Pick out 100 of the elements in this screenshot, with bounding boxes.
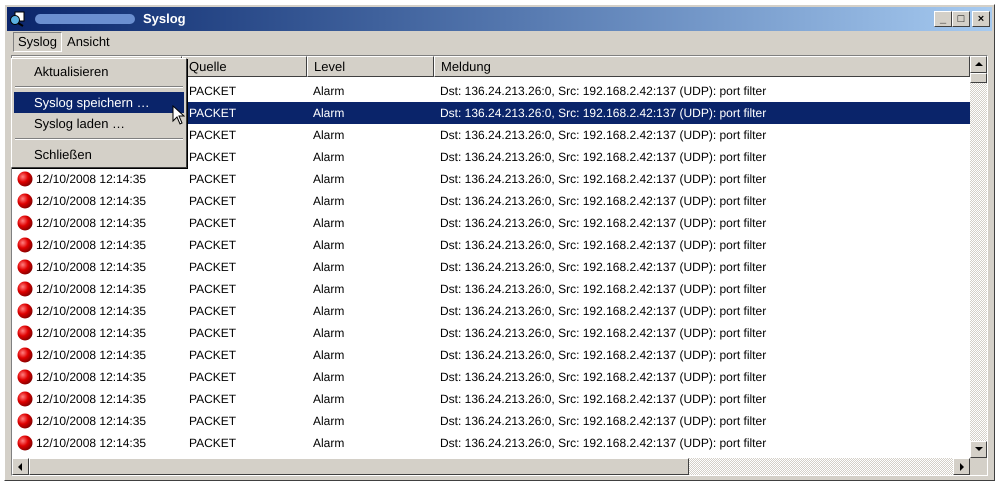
level-cell-text: Alarm (312, 105, 346, 122)
log-row[interactable]: 12/10/2008 12:14:35 PACKET Alarm Dst: 136.24.213.26:0, Src: 192.168.2.42:137 (UDP): port filter (12, 300, 970, 322)
scroll-arrow-button[interactable] (953, 458, 970, 475)
message-cell-text: Dst: 136.24.213.26:0, Src: 192.168.2.42:137 (UDP): port filter (439, 413, 768, 430)
alarm-dot-icon (17, 193, 33, 209)
alarm-dot-icon (17, 259, 33, 275)
message-cell-text: Dst: 136.24.213.26:0, Src: 192.168.2.42:137 (UDP): port filter (439, 325, 768, 342)
alarm-dot-icon (17, 171, 33, 187)
level-cell-text: Alarm (312, 303, 346, 320)
time-cell-text: 12/10/2008 12:14:35 (36, 215, 146, 232)
log-row[interactable]: 12/10/2008 12:14:35 PACKET Alarm Dst: 136.24.213.26:0, Src: 192.168.2.42:137 (UDP): port filter (12, 432, 970, 454)
source-cell: PACKET (189, 84, 236, 98)
message-cell-text: Dst: 136.24.213.26:0, Src: 192.168.2.42:137 (UDP): port filter (439, 237, 768, 254)
time-cell-text: 12/10/2008 12:14:35 (36, 347, 146, 364)
vertical-scrollbar[interactable] (970, 56, 987, 458)
log-row[interactable]: 12/10/2008 12:14:35 PACKET Alarm Dst: 136.24.213.26:0, Src: 192.168.2.42:137 (UDP): port filter (12, 410, 970, 432)
source-cell: PACKET (189, 348, 236, 362)
level-cell-text: Alarm (312, 149, 346, 166)
time-cell-text: 12/10/2008 12:14:35 (36, 237, 146, 254)
message-cell-text: Dst: 136.24.213.26:0, Src: 192.168.2.42:137 (UDP): port filter (439, 127, 768, 144)
level-cell-text: Alarm (312, 391, 346, 408)
scroll-thumb[interactable] (29, 458, 689, 475)
source-cell: PACKET (189, 128, 236, 142)
horizontal-scrollbar[interactable] (12, 458, 970, 475)
message-cell-text: Dst: 136.24.213.26:0, Src: 192.168.2.42:137 (UDP): port filter (439, 149, 768, 166)
scroll-arrow-button[interactable] (970, 441, 987, 458)
source-cell: PACKET (189, 150, 236, 164)
alarm-dot-icon (17, 237, 33, 253)
column-header[interactable]: Quelle (182, 56, 307, 77)
source-cell: PACKET (189, 282, 236, 296)
window-control-button[interactable]: □ (952, 11, 970, 27)
level-cell-text: Alarm (312, 259, 346, 276)
source-cell: PACKET (189, 238, 236, 252)
window-control-button[interactable]: _ (934, 11, 952, 27)
alarm-dot-icon (17, 369, 33, 385)
level-cell-text: Alarm (312, 127, 346, 144)
time-cell-text: 12/10/2008 12:14:35 (36, 325, 146, 342)
alarm-dot-icon (17, 303, 33, 319)
source-cell: PACKET (189, 436, 236, 450)
menu-bar-item[interactable]: Ansicht (62, 32, 115, 52)
scroll-thumb[interactable] (970, 73, 987, 83)
source-cell: PACKET (189, 304, 236, 318)
level-cell-text: Alarm (312, 325, 346, 342)
source-cell: PACKET (189, 172, 236, 186)
log-row[interactable]: 12/10/2008 12:14:35 PACKET Alarm Dst: 136.24.213.26:0, Src: 192.168.2.42:137 (UDP): port filter (12, 388, 970, 410)
menu-bar-item[interactable]: Syslog (13, 32, 62, 52)
log-row[interactable]: 12/10/2008 12:14:35 PACKET Alarm Dst: 136.24.213.26:0, Src: 192.168.2.42:137 (UDP): port filter (12, 278, 970, 300)
alarm-dot-icon (17, 391, 33, 407)
log-row[interactable]: 12/10/2008 12:14:35 PACKET Alarm Dst: 136.24.213.26:0, Src: 192.168.2.42:137 (UDP): port filter (12, 256, 970, 278)
message-cell-text: Dst: 136.24.213.26:0, Src: 192.168.2.42:137 (UDP): port filter (439, 215, 768, 232)
source-cell: PACKET (189, 260, 236, 274)
log-row[interactable]: 12/10/2008 12:14:35 PACKET Alarm Dst: 136.24.213.26:0, Src: 192.168.2.42:137 (UDP): port filter (12, 212, 970, 234)
time-cell-text: 12/10/2008 12:14:35 (36, 259, 146, 276)
scroll-arrow-button[interactable] (970, 56, 987, 73)
message-cell-text: Dst: 136.24.213.26:0, Src: 192.168.2.42:137 (UDP): port filter (439, 105, 768, 122)
level-cell-text: Alarm (312, 83, 346, 100)
log-row[interactable]: 12/10/2008 12:14:35 PACKET Alarm Dst: 136.24.213.26:0, Src: 192.168.2.42:137 (UDP): port filter (12, 168, 970, 190)
source-cell: PACKET (189, 194, 236, 208)
time-cell-text: 12/10/2008 12:14:35 (36, 369, 146, 386)
menu-item[interactable]: Schließen (14, 144, 184, 165)
level-cell-text: Alarm (312, 347, 346, 364)
message-cell-text: Dst: 136.24.213.26:0, Src: 192.168.2.42:137 (UDP): port filter (439, 193, 768, 210)
log-row[interactable]: 12/10/2008 12:14:35 PACKET Alarm Dst: 136.24.213.26:0, Src: 192.168.2.42:137 (UDP): port filter (12, 322, 970, 344)
time-cell-text: 12/10/2008 12:14:35 (36, 281, 146, 298)
scroll-arrow-button[interactable] (12, 458, 29, 475)
menu-item[interactable]: Aktualisieren (14, 61, 184, 82)
level-cell-text: Alarm (312, 435, 346, 452)
message-cell-text: Dst: 136.24.213.26:0, Src: 192.168.2.42:137 (UDP): port filter (439, 391, 768, 408)
source-cell: PACKET (189, 216, 236, 230)
log-row[interactable]: 12/10/2008 12:14:35 PACKET Alarm Dst: 136.24.213.26:0, Src: 192.168.2.42:137 (UDP): port filter (12, 366, 970, 388)
time-cell-text: 12/10/2008 12:14:35 (36, 303, 146, 320)
column-header[interactable]: Level (307, 56, 434, 77)
log-row[interactable]: 12/10/2008 12:14:35 PACKET Alarm Dst: 136.24.213.26:0, Src: 192.168.2.42:137 (UDP): port filter (12, 190, 970, 212)
message-cell-text: Dst: 136.24.213.26:0, Src: 192.168.2.42:137 (UDP): port filter (439, 369, 768, 386)
source-cell: PACKET (189, 392, 236, 406)
time-cell-text: 12/10/2008 12:14:35 (36, 193, 146, 210)
log-row[interactable]: 12/10/2008 12:14:35 PACKET Alarm Dst: 136.24.213.26:0, Src: 192.168.2.42:137 (UDP): port filter (12, 234, 970, 256)
time-cell-text: 12/10/2008 12:14:35 (36, 171, 146, 188)
source-cell: PACKET (189, 414, 236, 428)
time-cell-text: 12/10/2008 12:14:35 (36, 435, 146, 452)
log-row[interactable]: 12/10/2008 12:14:35 PACKET Alarm Dst: 136.24.213.26:0, Src: 192.168.2.42:137 (UDP): port filter (12, 344, 970, 366)
message-cell-text: Dst: 136.24.213.26:0, Src: 192.168.2.42:137 (UDP): port filter (439, 171, 768, 188)
size-grip[interactable] (970, 458, 987, 475)
alarm-dot-icon (17, 215, 33, 231)
message-cell-text: Dst: 136.24.213.26:0, Src: 192.168.2.42:137 (UDP): port filter (439, 259, 768, 276)
source-cell: PACKET (189, 326, 236, 340)
level-cell-text: Alarm (312, 413, 346, 430)
time-cell-text: 12/10/2008 12:14:35 (36, 413, 146, 430)
message-cell-text: Dst: 136.24.213.26:0, Src: 192.168.2.42:137 (UDP): port filter (439, 83, 768, 100)
level-cell-text: Alarm (312, 369, 346, 386)
window-title: Syslog (143, 10, 186, 28)
alarm-dot-icon (17, 347, 33, 363)
level-cell-text: Alarm (312, 281, 346, 298)
window-control-button[interactable]: × (972, 11, 990, 27)
column-header[interactable]: Meldung (434, 56, 970, 77)
message-cell-text: Dst: 136.24.213.26:0, Src: 192.168.2.42:137 (UDP): port filter (439, 347, 768, 364)
alarm-dot-icon (17, 413, 33, 429)
source-cell: PACKET (189, 370, 236, 384)
menu-item[interactable]: Syslog speichern … (14, 92, 184, 113)
level-cell-text: Alarm (312, 193, 346, 210)
